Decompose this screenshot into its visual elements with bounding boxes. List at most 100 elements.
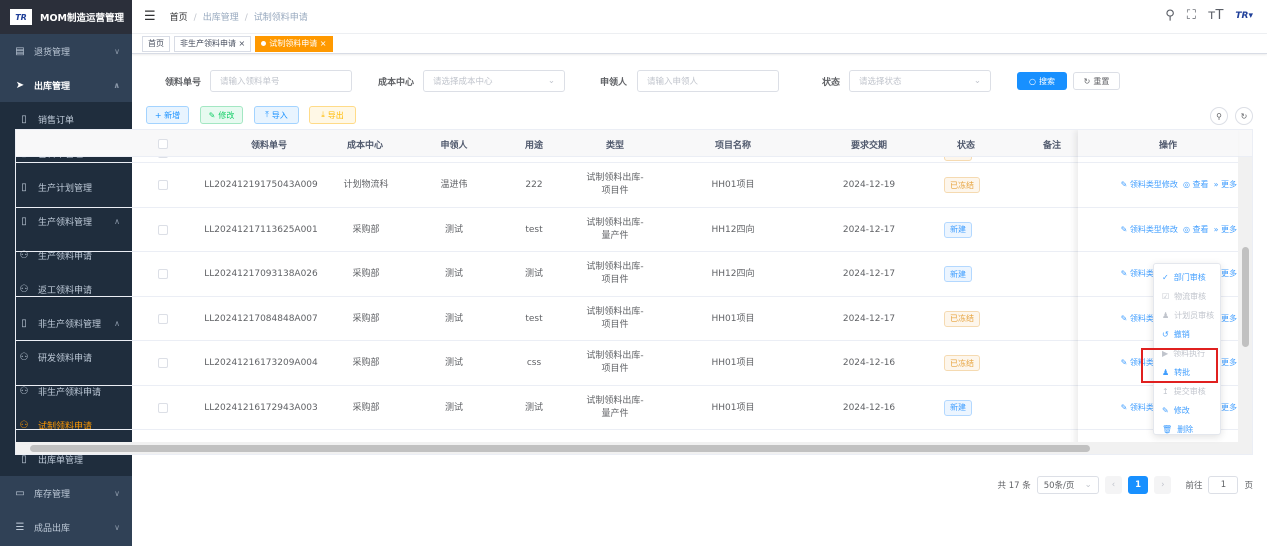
monitor-icon: ▭ <box>15 487 25 499</box>
edit-icon: ✎ <box>1120 224 1130 234</box>
next-page-button[interactable]: › <box>1154 476 1172 494</box>
table-row[interactable]: LL20241219175043A009 计划物流科 温进伟 222 试制领料出库-项目… <box>16 163 1252 208</box>
search-toggle-icon[interactable]: ⚲ <box>1210 107 1228 125</box>
prev-page-button[interactable]: ‹ <box>1104 476 1123 494</box>
submit-icon: ↥ <box>1162 387 1169 396</box>
search-button[interactable]: ○ 搜索 <box>1017 72 1067 90</box>
avatar-icon[interactable]: TR▾ <box>1235 11 1253 23</box>
cell-order-no: LL20241216172943A003 <box>204 402 318 413</box>
edit-icon: ✎ <box>1120 402 1130 412</box>
row-checkbox[interactable] <box>158 402 168 413</box>
select-all-checkbox[interactable] <box>158 139 168 149</box>
header-actions: 操作 <box>1158 141 1177 151</box>
view-link[interactable]: 查看 <box>1192 225 1208 234</box>
data-table: LL20250103144413A001采购部测试测试件E03奉青上装2025-… <box>15 129 1253 455</box>
dropdown-item-label: 物流审核 <box>1174 292 1207 301</box>
cell-date: 2024-12-19 <box>842 180 896 191</box>
fullscreen-icon[interactable]: ⛶ <box>1187 8 1196 23</box>
sidebar-item-0[interactable]: ▤ 退货管理 ∨ <box>0 34 132 68</box>
sidebar-item-1[interactable]: ➤ 出库管理 ∧ <box>0 68 132 102</box>
dropdown-item-7[interactable]: ✎ 修改 <box>1154 401 1220 420</box>
cell-date: 2024-12-17 <box>842 313 896 324</box>
send-icon: ➤ <box>15 79 25 91</box>
cell-cost-center: 采购部 <box>352 313 380 324</box>
horizontal-scrollbar[interactable] <box>16 442 1252 454</box>
export-button[interactable]: ⤓ 导出 <box>309 106 356 124</box>
scroll-thumb[interactable] <box>30 445 1090 452</box>
table-row[interactable]: LL20241217093138A026 采购部 测试 测试 试制领料出库-项目件 HH1… <box>16 252 1252 297</box>
goto-page-input[interactable]: 1 <box>1208 476 1239 494</box>
breadcrumb-home[interactable]: 首页 <box>170 13 188 23</box>
more-link[interactable]: 更多 <box>1221 403 1237 412</box>
reset-button[interactable]: ↻ 重置 <box>1073 72 1120 90</box>
applicant-input[interactable]: 请输入申领人 <box>637 70 779 92</box>
more-link[interactable]: 更多 <box>1221 269 1237 278</box>
table-row[interactable]: LL20241217084848A007 采购部 测试 test 试制领料出库-项目件 H… <box>16 297 1252 341</box>
tag-home[interactable]: 首页 <box>142 35 170 52</box>
edit-icon: ✎ <box>208 110 216 120</box>
hamburger-icon[interactable]: ☰ <box>144 9 156 24</box>
dropdown-item-0[interactable]: ✓ 部门审核 <box>1154 268 1220 287</box>
order-no-input[interactable]: 请输入领料单号 <box>210 70 352 92</box>
more-icon: » <box>1213 180 1221 190</box>
row-checkbox[interactable] <box>158 224 168 235</box>
type-edit-link[interactable]: 领料类型修改 <box>1130 225 1178 234</box>
more-link[interactable]: 更多 <box>1221 358 1237 367</box>
view-link[interactable]: 查看 <box>1192 180 1208 189</box>
grid-icon: ▯ <box>21 113 27 125</box>
navbar: ☰ 首页 / 出库管理 / 试制领料申请 ⚲ ⛶ ᴛT TR▾ <box>132 0 1267 34</box>
breadcrumb-parent: 出库管理 <box>202 13 239 23</box>
sidebar-item-14[interactable]: ☰ 成品出库 ∨ <box>0 510 132 544</box>
cell-type: 试制领料出库-项目件 <box>586 262 644 286</box>
row-checkbox[interactable] <box>158 313 168 324</box>
cell-cost-center: 计划物流科 <box>343 180 389 191</box>
table-row[interactable]: LL20241216173209A004 采购部 测试 css 试制领料出库-项目件 HH… <box>16 341 1252 386</box>
cost-center-select[interactable]: 请选择成本中心 ⌄ <box>423 70 565 92</box>
row-checkbox[interactable] <box>158 269 168 280</box>
cell-order-no: LL20241219175043A009 <box>204 180 318 191</box>
cell-type: 试制领料出库-量产件 <box>586 395 644 419</box>
table-row[interactable]: LL20241216172943A003 采购部 测试 测试 试制领料出库-量产件 HH0… <box>16 386 1252 430</box>
type-edit-link[interactable]: 领料类型修改 <box>1130 180 1178 189</box>
header-cost-center: 成本中心 <box>346 141 383 151</box>
dropdown-item-label: 撤销 <box>1173 330 1190 339</box>
dropdown-item-8[interactable]: 🗑 删除 <box>1154 420 1220 439</box>
goto-label: 前往 <box>1185 481 1203 491</box>
cell-purpose: test <box>525 313 543 324</box>
add-button[interactable]: + 新增 <box>146 106 189 124</box>
more-link[interactable]: 更多 <box>1221 314 1237 323</box>
undo-icon: ↺ <box>1162 330 1169 339</box>
dropdown-item-3[interactable]: ↺ 撤销 <box>1154 325 1220 344</box>
sidebar-item-13[interactable]: ▭ 库存管理 ∨ <box>0 476 132 510</box>
more-link[interactable]: 更多 <box>1221 225 1237 234</box>
page-number[interactable]: 1 <box>1128 476 1149 494</box>
page-size-select[interactable]: 50条/页 ⌄ <box>1036 476 1099 494</box>
refresh-icon[interactable]: ↻ <box>1235 107 1253 125</box>
row-checkbox[interactable] <box>158 180 168 191</box>
more-link[interactable]: 更多 <box>1221 180 1237 189</box>
cell-cost-center: 采购部 <box>352 358 380 369</box>
edit-icon: ✎ <box>1162 406 1169 415</box>
edit-button[interactable]: ✎ 修改 <box>200 106 243 124</box>
cell-project: HH01项目 <box>711 180 755 191</box>
cell-purpose: 222 <box>525 180 543 191</box>
sidebar-item-label: 出库管理 <box>34 81 71 92</box>
row-checkbox[interactable] <box>158 358 168 369</box>
search-icon[interactable]: ⚲ <box>1165 8 1175 23</box>
font-size-icon[interactable]: ᴛT <box>1208 8 1224 23</box>
cell-date: 2024-12-16 <box>842 402 896 413</box>
grid-icon: ▯ <box>21 453 27 465</box>
tag-non-production[interactable]: 非生产领料申请 × <box>174 35 252 52</box>
scroll-thumb[interactable] <box>1242 247 1249 347</box>
table-row[interactable]: LL20241217113625A001 采购部 测试 test 试制领料出库-量产件 H… <box>16 208 1252 252</box>
order-no-label: 领料单号 <box>165 78 202 88</box>
edit-icon: ✎ <box>1120 313 1130 323</box>
vertical-scrollbar[interactable] <box>1238 157 1252 454</box>
import-button[interactable]: ⤒ 导入 <box>254 106 299 124</box>
status-label: 状态 <box>822 78 841 88</box>
status-select[interactable]: 请选择状态 ⌄ <box>849 70 991 92</box>
breadcrumb: 首页 / 出库管理 / 试制领料申请 <box>169 13 308 23</box>
cell-purpose: 测试 <box>524 269 543 280</box>
tag-trial-material[interactable]: 试制领料申请 × <box>255 35 333 52</box>
table-header: 领料单号 成本中心 申领人 用途 类型 项目名称 要求交期 状态 备注 操作 <box>16 130 1252 157</box>
